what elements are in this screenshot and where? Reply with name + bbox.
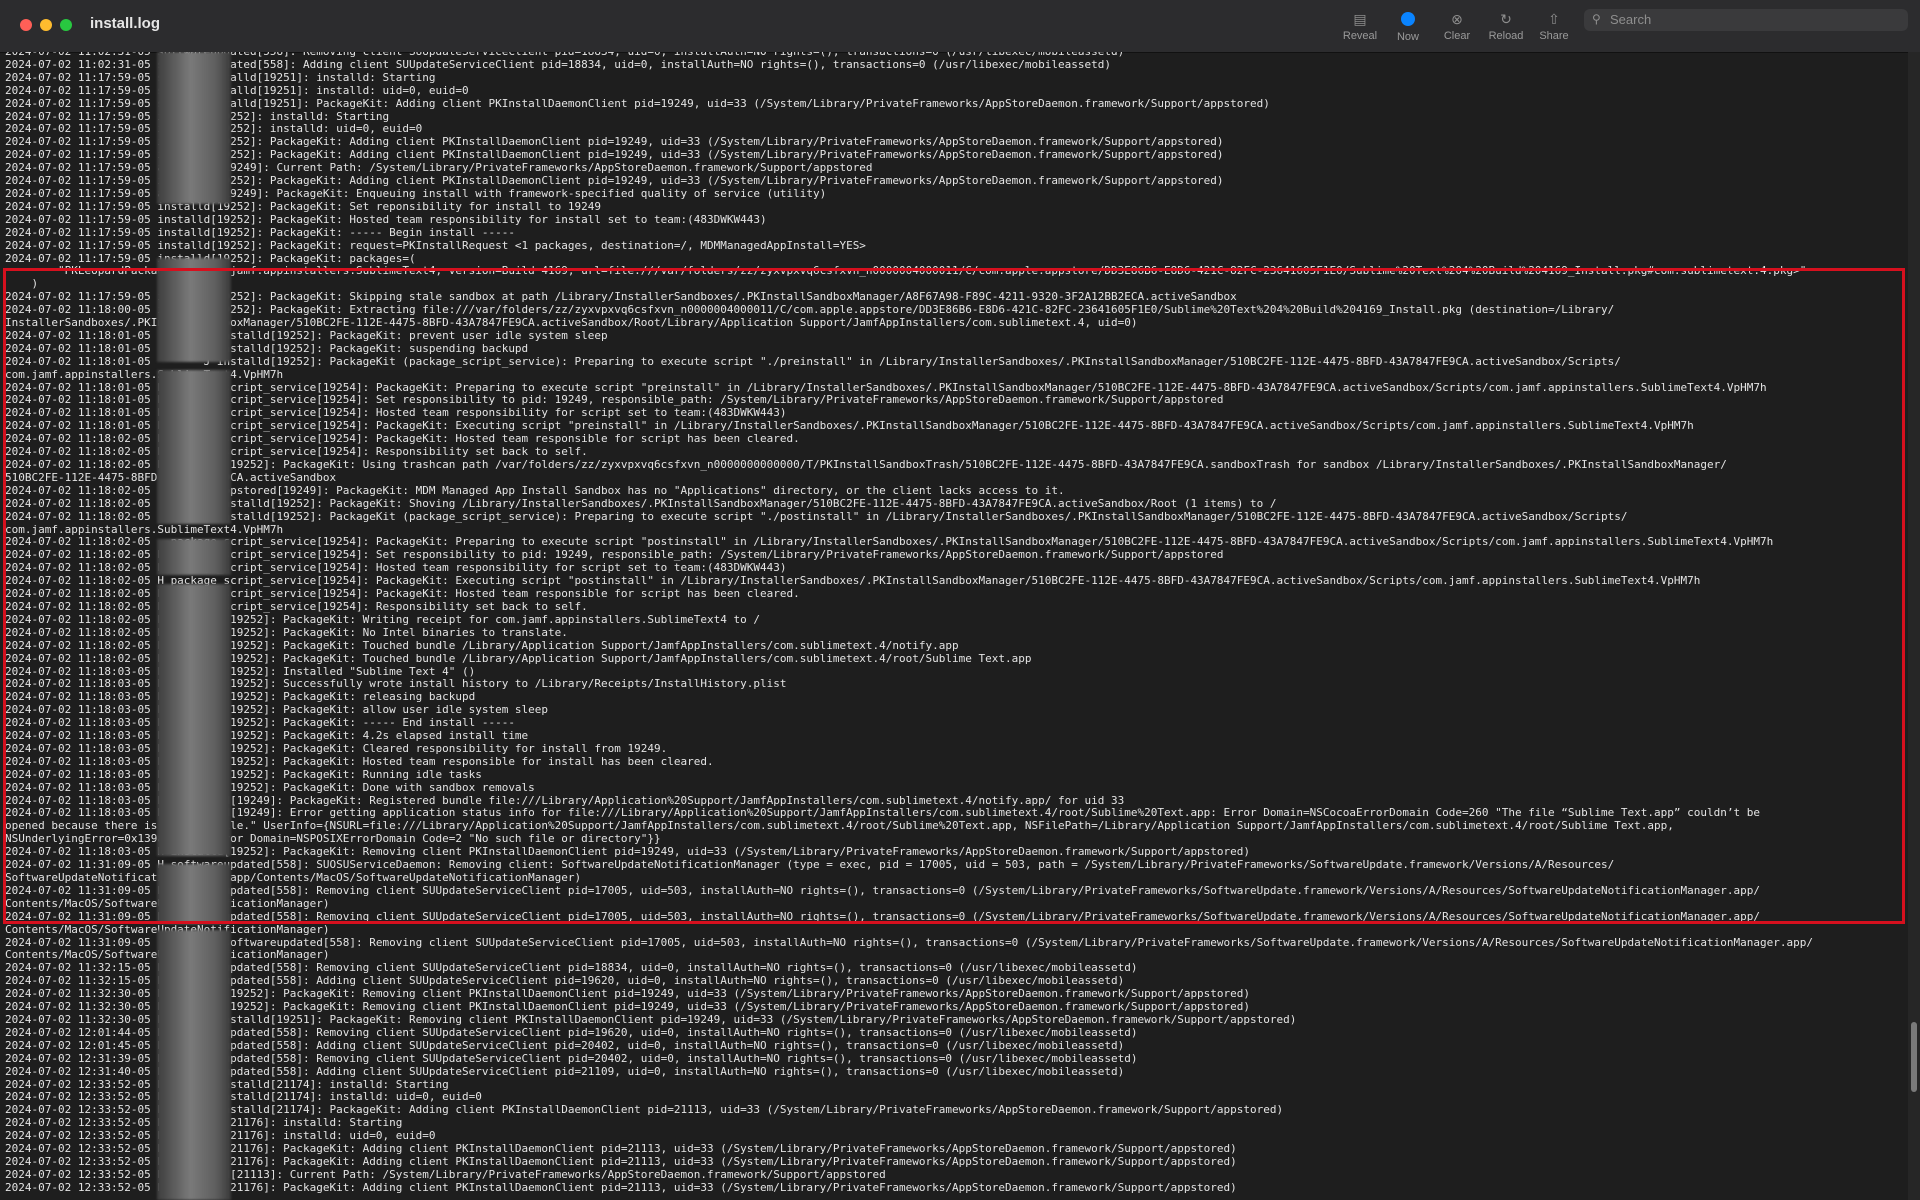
- share-icon: ⇧: [1548, 11, 1560, 27]
- reload-label: Reload: [1488, 30, 1524, 42]
- log-line: 2024-07-02 11:17:59-05 appstored[19249]:…: [5, 186, 827, 200]
- share-label: Share: [1539, 30, 1569, 42]
- close-window-button[interactable]: [20, 19, 32, 31]
- log-line: 2024-07-02 12:33:52-05 H appstored[21113…: [5, 1167, 886, 1181]
- redacted-host-column: [157, 52, 231, 204]
- window-title: install.log: [90, 15, 161, 32]
- clear-label: Clear: [1443, 30, 1471, 42]
- search-placeholder: Search: [1610, 12, 1652, 27]
- now-label: Now: [1396, 31, 1419, 43]
- log-line: 2024-07-02 11:17:59-05 installd[19252]: …: [5, 238, 866, 252]
- reveal-label: Reveal: [1342, 30, 1378, 42]
- search-field[interactable]: ⚲ Search: [1584, 9, 1908, 31]
- share-button[interactable]: ⇧ Share: [1524, 10, 1584, 42]
- log-line: 2024-07-02 11:17:59-05 installd[19252]: …: [5, 212, 767, 226]
- log-line: 2024-07-02 11:17:59-05 installd[19252]: …: [5, 225, 515, 239]
- redacted-host-column: [157, 930, 231, 1200]
- log-line: 2024-07-02 11:17:59-05 installd[19252]: …: [5, 199, 602, 213]
- log-line: 2024-07-02 11:17:59-05 appstored[19249]:…: [5, 161, 873, 175]
- log-line: 2024-07-02 11:17:59-05 system_installd[1…: [5, 83, 469, 97]
- zoom-window-button[interactable]: [60, 19, 72, 31]
- vertical-scrollbar[interactable]: [1908, 52, 1920, 1200]
- log-line: 2024-07-02 12:33:52-05 H system_installd…: [5, 1090, 482, 1104]
- minimize-window-button[interactable]: [40, 19, 52, 31]
- search-icon: ⚲: [1592, 12, 1601, 26]
- log-line: 2024-07-02 11:31:09-05 MJ softwareupdate…: [5, 935, 1813, 949]
- title-bar: install.log ▤ Reveal Now ⊗ Clear ↻ Reloa…: [0, 0, 1920, 53]
- scrollbar-thumb[interactable]: [1911, 1022, 1917, 1092]
- log-view[interactable]: 2024-07-02 11:02:31-05 softwareupdated[5…: [0, 52, 1908, 1200]
- now-icon: [1401, 12, 1415, 26]
- highlight-box: [3, 268, 1905, 924]
